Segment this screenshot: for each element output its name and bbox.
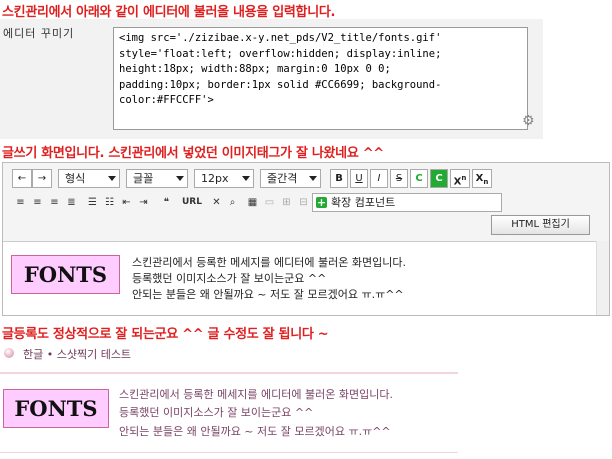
wysiwyg-editor: ← → 형식 글꼴 12px 줄간격 B U I S C C Xn Xn ≡ ≡… xyxy=(2,162,610,316)
chevron-down-icon xyxy=(242,176,250,181)
post-bullet-icon xyxy=(4,348,14,358)
superscript-mark: n xyxy=(461,174,467,182)
extension-component-button[interactable]: + 확장 컴포넌트 xyxy=(312,193,502,212)
section1-heading: 스킨관리에서 아래와 같이 에디터에 불러올 내용을 입력합니다. xyxy=(2,5,336,20)
align-center-icon[interactable]: ≡ xyxy=(29,193,46,212)
size-select[interactable]: 12px xyxy=(194,169,254,188)
editor-content-area[interactable]: FONTS 스킨관리에서 등록한 메세지를 에디터에 불러온 화면입니다. 등록… xyxy=(3,241,598,315)
format-select[interactable]: 형식 xyxy=(58,169,120,188)
skin-settings-panel: 에디터 꾸미기 <img src='./zizibae.x-y.net_pds/… xyxy=(0,19,543,139)
bullet-list-icon[interactable]: ☷ xyxy=(101,193,118,212)
indent-icon[interactable]: ⇥ xyxy=(135,193,152,212)
code-line: <img src='./zizibae.x-y.net_pds/V2_title… xyxy=(119,32,442,44)
find-icon[interactable]: ⌕ xyxy=(224,193,241,212)
font-select-value: 글꼴 xyxy=(133,172,154,185)
resize-gear-icon[interactable]: ⚙ xyxy=(522,114,536,128)
subscript-mark: n xyxy=(483,178,489,186)
post-text-line: 등록했던 이미지소스가 잘 보이는군요 ^^ xyxy=(119,406,314,419)
quote-icon[interactable]: ❝ xyxy=(158,193,175,212)
subscript-button[interactable]: Xn xyxy=(472,169,492,188)
remove-format-icon[interactable]: ✕ xyxy=(208,193,225,212)
line-spacing-select[interactable]: 줄간격 xyxy=(260,169,321,188)
fonts-logo-image: FONTS xyxy=(3,389,109,428)
table-icon[interactable]: ▦ xyxy=(244,193,261,212)
fonts-logo-image: FONTS xyxy=(11,255,120,294)
editor-text-line: 안되는 분들은 왜 안될까요 ~ 저도 잘 모르겠어요 ㅠ.ㅠ^^ xyxy=(132,288,404,301)
post-text-line: 스킨관리에서 등록한 메세지를 에디터에 불러온 화면입니다. xyxy=(119,388,393,401)
background-color-button[interactable]: C xyxy=(430,169,448,188)
plus-icon: + xyxy=(316,196,327,209)
outdent-icon[interactable]: ⇤ xyxy=(118,193,135,212)
format-select-value: 형식 xyxy=(65,172,86,185)
table-split-icon[interactable]: ⊟ xyxy=(295,193,312,212)
section2-heading: 글쓰기 화면입니다. 스킨관리에서 넣었던 이미지태그가 잘 나왔네요 ^^ xyxy=(2,146,384,161)
code-line: padding:10px; border:1px solid #CC6699; … xyxy=(119,78,442,91)
code-line: style='float:left; overflow:hidden; disp… xyxy=(119,47,442,60)
bold-button[interactable]: B xyxy=(330,169,348,188)
divider xyxy=(0,372,458,374)
editor-text-line: 등록했던 이미지소스가 잘 보이는군요 ^^ xyxy=(132,272,327,285)
align-left-icon[interactable]: ≡ xyxy=(12,193,29,212)
font-select[interactable]: 글꼴 xyxy=(126,169,188,188)
superscript-button[interactable]: Xn xyxy=(450,169,470,188)
divider xyxy=(0,452,458,453)
chevron-down-icon xyxy=(309,176,317,181)
font-color-button[interactable]: C xyxy=(410,169,428,188)
redo-button[interactable]: → xyxy=(32,169,52,188)
underline-button[interactable]: U xyxy=(350,169,368,188)
code-line: color:#FFCCFF'> xyxy=(119,94,214,107)
chevron-down-icon xyxy=(108,176,116,181)
post-category-title[interactable]: 한글 • 스샷찍기 테스트 xyxy=(23,346,131,362)
size-select-value: 12px xyxy=(201,172,229,185)
editor-decoration-label: 에디터 꾸미기 xyxy=(3,27,75,40)
editor-scrollbar[interactable] xyxy=(596,241,609,315)
code-line: height:18px; width:88px; margin:0 10px 0… xyxy=(119,63,391,76)
chevron-down-icon xyxy=(176,176,184,181)
table-merge-icon[interactable]: ⊞ xyxy=(278,193,295,212)
section3-heading: 글등록도 정상적으로 잘 되는군요 ^^ 글 수정도 잘 됩니다 ~ xyxy=(2,327,329,342)
align-justify-icon[interactable]: ≣ xyxy=(63,193,80,212)
url-button[interactable]: URL xyxy=(180,193,204,212)
editor-text-line: 스킨관리에서 등록한 메세지를 에디터에 불러온 화면입니다. xyxy=(132,256,406,269)
extension-component-label: 확장 컴포넌트 xyxy=(331,196,396,209)
table-cell-icon[interactable]: ▭ xyxy=(261,193,278,212)
undo-button[interactable]: ← xyxy=(12,169,32,188)
italic-button[interactable]: I xyxy=(370,169,388,188)
strikethrough-button[interactable]: S xyxy=(390,169,408,188)
numbered-list-icon[interactable]: ☰ xyxy=(84,193,101,212)
html-editor-button[interactable]: HTML 편집기 xyxy=(491,215,590,235)
post-text-line: 안되는 분들은 왜 안될까요 ~ 저도 잘 모르겠어요 ㅠ.ㅠ^^ xyxy=(119,425,391,438)
editor-template-textarea[interactable]: <img src='./zizibae.x-y.net_pds/V2_title… xyxy=(113,27,528,130)
line-spacing-select-value: 줄간격 xyxy=(267,172,298,185)
align-right-icon[interactable]: ≡ xyxy=(46,193,63,212)
